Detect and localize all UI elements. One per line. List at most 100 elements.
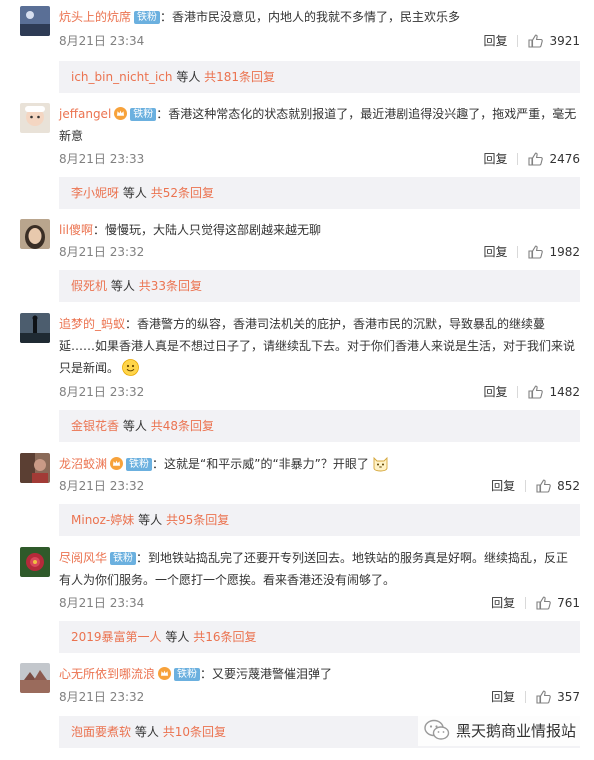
reply-button[interactable]: 回复 [491, 687, 515, 707]
reply-username[interactable]: Minoz-婷妹 [71, 513, 134, 527]
comment-username[interactable]: 龙沼蛟渊 [59, 457, 107, 471]
comment-time: 8月21日 23:33 [59, 152, 145, 166]
reply-mid: 等人 [134, 725, 159, 739]
reply-count[interactable]: 共16条回复 [193, 630, 256, 644]
thumbs-up-icon [536, 479, 551, 493]
thumbs-up-icon [536, 596, 551, 610]
comment-time: 8月21日 23:32 [59, 690, 145, 704]
like-count: 2476 [549, 152, 580, 166]
comment-actions: 回复 357 [491, 687, 580, 707]
reply-count[interactable]: 共10条回复 [163, 725, 226, 739]
comment-content: ：慢慢玩，大陆人只觉得这部剧越来越无聊 [93, 223, 322, 237]
fan-badge: 铁粉 [130, 108, 157, 121]
comment-meta: 8月21日 23:34 回复 761 [59, 593, 580, 613]
crown-icon [114, 107, 128, 120]
like-button[interactable]: 3921 [528, 31, 580, 51]
reply-username[interactable]: 假死机 [71, 279, 107, 293]
avatar[interactable] [20, 547, 50, 577]
more-replies-bar[interactable]: 金银花香 等人 共48条回复 [59, 410, 580, 442]
thumbs-up-icon [528, 385, 544, 399]
thumbs-up-icon [528, 245, 544, 259]
comment-time: 8月21日 23:32 [59, 385, 145, 399]
reply-button[interactable]: 回复 [491, 476, 515, 496]
like-count: 761 [557, 596, 580, 610]
avatar[interactable] [20, 453, 50, 483]
more-replies-bar[interactable]: 李小妮呀 等人 共52条回复 [59, 177, 580, 209]
reply-count[interactable]: 共52条回复 [151, 186, 214, 200]
comment-text: 尽阅风华 铁粉 ：到地铁站捣乱完了还要开专列送回去。地铁站的服务真是好啊。继续捣乱，… [59, 547, 580, 591]
reply-username[interactable]: 2019暴富第一人 [71, 630, 162, 644]
comment-username[interactable]: lil傻啊 [59, 223, 93, 237]
reply-username[interactable]: 李小妮呀 [71, 186, 119, 200]
fan-badge: 铁粉 [174, 668, 201, 681]
more-replies-bar[interactable]: ich_bin_nicht_ich 等人 共181条回复 [59, 61, 580, 93]
reply-count[interactable]: 共48条回复 [151, 419, 214, 433]
smile-emoji [122, 359, 139, 376]
divider [525, 691, 527, 703]
like-button[interactable]: 761 [536, 593, 580, 613]
reply-username[interactable]: 金银花香 [71, 419, 119, 433]
reply-username[interactable]: ich_bin_nicht_ich [71, 70, 172, 84]
avatar[interactable] [20, 663, 50, 693]
more-replies-bar[interactable]: 假死机 等人 共33条回复 [59, 270, 580, 302]
more-replies-bar[interactable]: 2019暴富第一人 等人 共16条回复 [59, 621, 580, 653]
thumbs-up-icon [528, 152, 544, 166]
like-count: 357 [557, 690, 580, 704]
comment-username[interactable]: 心无所依到哪流浪 [59, 667, 155, 681]
comment-text: jeffangel 铁粉 ：香港这种常态化的状态就别报道了，最近港剧追得没兴趣了，拖… [59, 103, 580, 147]
thumbs-up-icon [528, 34, 544, 48]
like-button[interactable]: 1982 [528, 242, 580, 262]
comment-meta: 8月21日 23:33 回复 2476 [59, 149, 580, 169]
comment-actions: 回复 3921 [483, 31, 580, 51]
reply-count[interactable]: 共33条回复 [139, 279, 202, 293]
divider [525, 480, 527, 492]
reply-button[interactable]: 回复 [483, 242, 507, 262]
comment-time: 8月21日 23:34 [59, 596, 145, 610]
comment-meta: 8月21日 23:32 回复 357 [59, 687, 580, 707]
cat-emoji [373, 456, 388, 472]
reply-mid: 等人 [110, 279, 135, 293]
like-button[interactable]: 1482 [528, 382, 580, 402]
more-replies-bar[interactable]: Minoz-婷妹 等人 共95条回复 [59, 504, 580, 536]
like-count: 1982 [549, 245, 580, 259]
like-count: 852 [557, 479, 580, 493]
comment-content: ：香港市民没意见，内地人的我就不多情了，民主欢乐多 [160, 10, 461, 24]
reply-button[interactable]: 回复 [483, 149, 507, 169]
reply-button[interactable]: 回复 [491, 593, 515, 613]
reply-button[interactable]: 回复 [483, 31, 507, 51]
comment-actions: 回复 1982 [483, 242, 580, 262]
reply-count[interactable]: 共181条回复 [204, 70, 275, 84]
comment-actions: 回复 761 [491, 593, 580, 613]
comment-username[interactable]: 炕头上的炕席 [59, 10, 131, 24]
reply-username[interactable]: 泡面要煮软 [71, 725, 131, 739]
reply-button[interactable]: 回复 [483, 382, 507, 402]
comment-content: ：又要污蔑港警催泪弹了 [200, 667, 333, 681]
comment-text: lil傻啊：慢慢玩，大陆人只觉得这部剧越来越无聊 [59, 219, 580, 241]
like-button[interactable]: 2476 [528, 149, 580, 169]
avatar[interactable] [20, 103, 50, 133]
avatar[interactable] [20, 313, 50, 343]
comment-username[interactable]: 尽阅风华 [59, 551, 107, 565]
comment-username[interactable]: 追梦的_蚂蚁 [59, 317, 125, 331]
divider [517, 386, 519, 398]
comment-actions: 回复 1482 [483, 382, 580, 402]
comment-time: 8月21日 23:32 [59, 245, 145, 259]
reply-count[interactable]: 共95条回复 [166, 513, 229, 527]
avatar[interactable] [20, 6, 50, 36]
reply-mid: 等人 [138, 513, 163, 527]
reply-mid: 等人 [122, 419, 147, 433]
comment-time: 8月21日 23:34 [59, 34, 145, 48]
wechat-icon [424, 719, 450, 740]
comment-text: 炕头上的炕席 铁粉 ：香港市民没意见，内地人的我就不多情了，民主欢乐多 [59, 6, 580, 28]
divider [525, 597, 527, 609]
reply-mid: 等人 [122, 186, 147, 200]
comment-username[interactable]: jeffangel [59, 107, 111, 121]
avatar[interactable] [20, 219, 50, 249]
comment-time: 8月21日 23:32 [59, 479, 145, 493]
like-button[interactable]: 852 [536, 476, 580, 496]
comment-meta: 8月21日 23:32 回复 1482 [59, 382, 580, 402]
comment-text: 心无所依到哪流浪 铁粉 ：又要污蔑港警催泪弹了 [59, 663, 580, 685]
comment-actions: 回复 852 [491, 476, 580, 496]
divider [517, 246, 519, 258]
like-button[interactable]: 357 [536, 687, 580, 707]
